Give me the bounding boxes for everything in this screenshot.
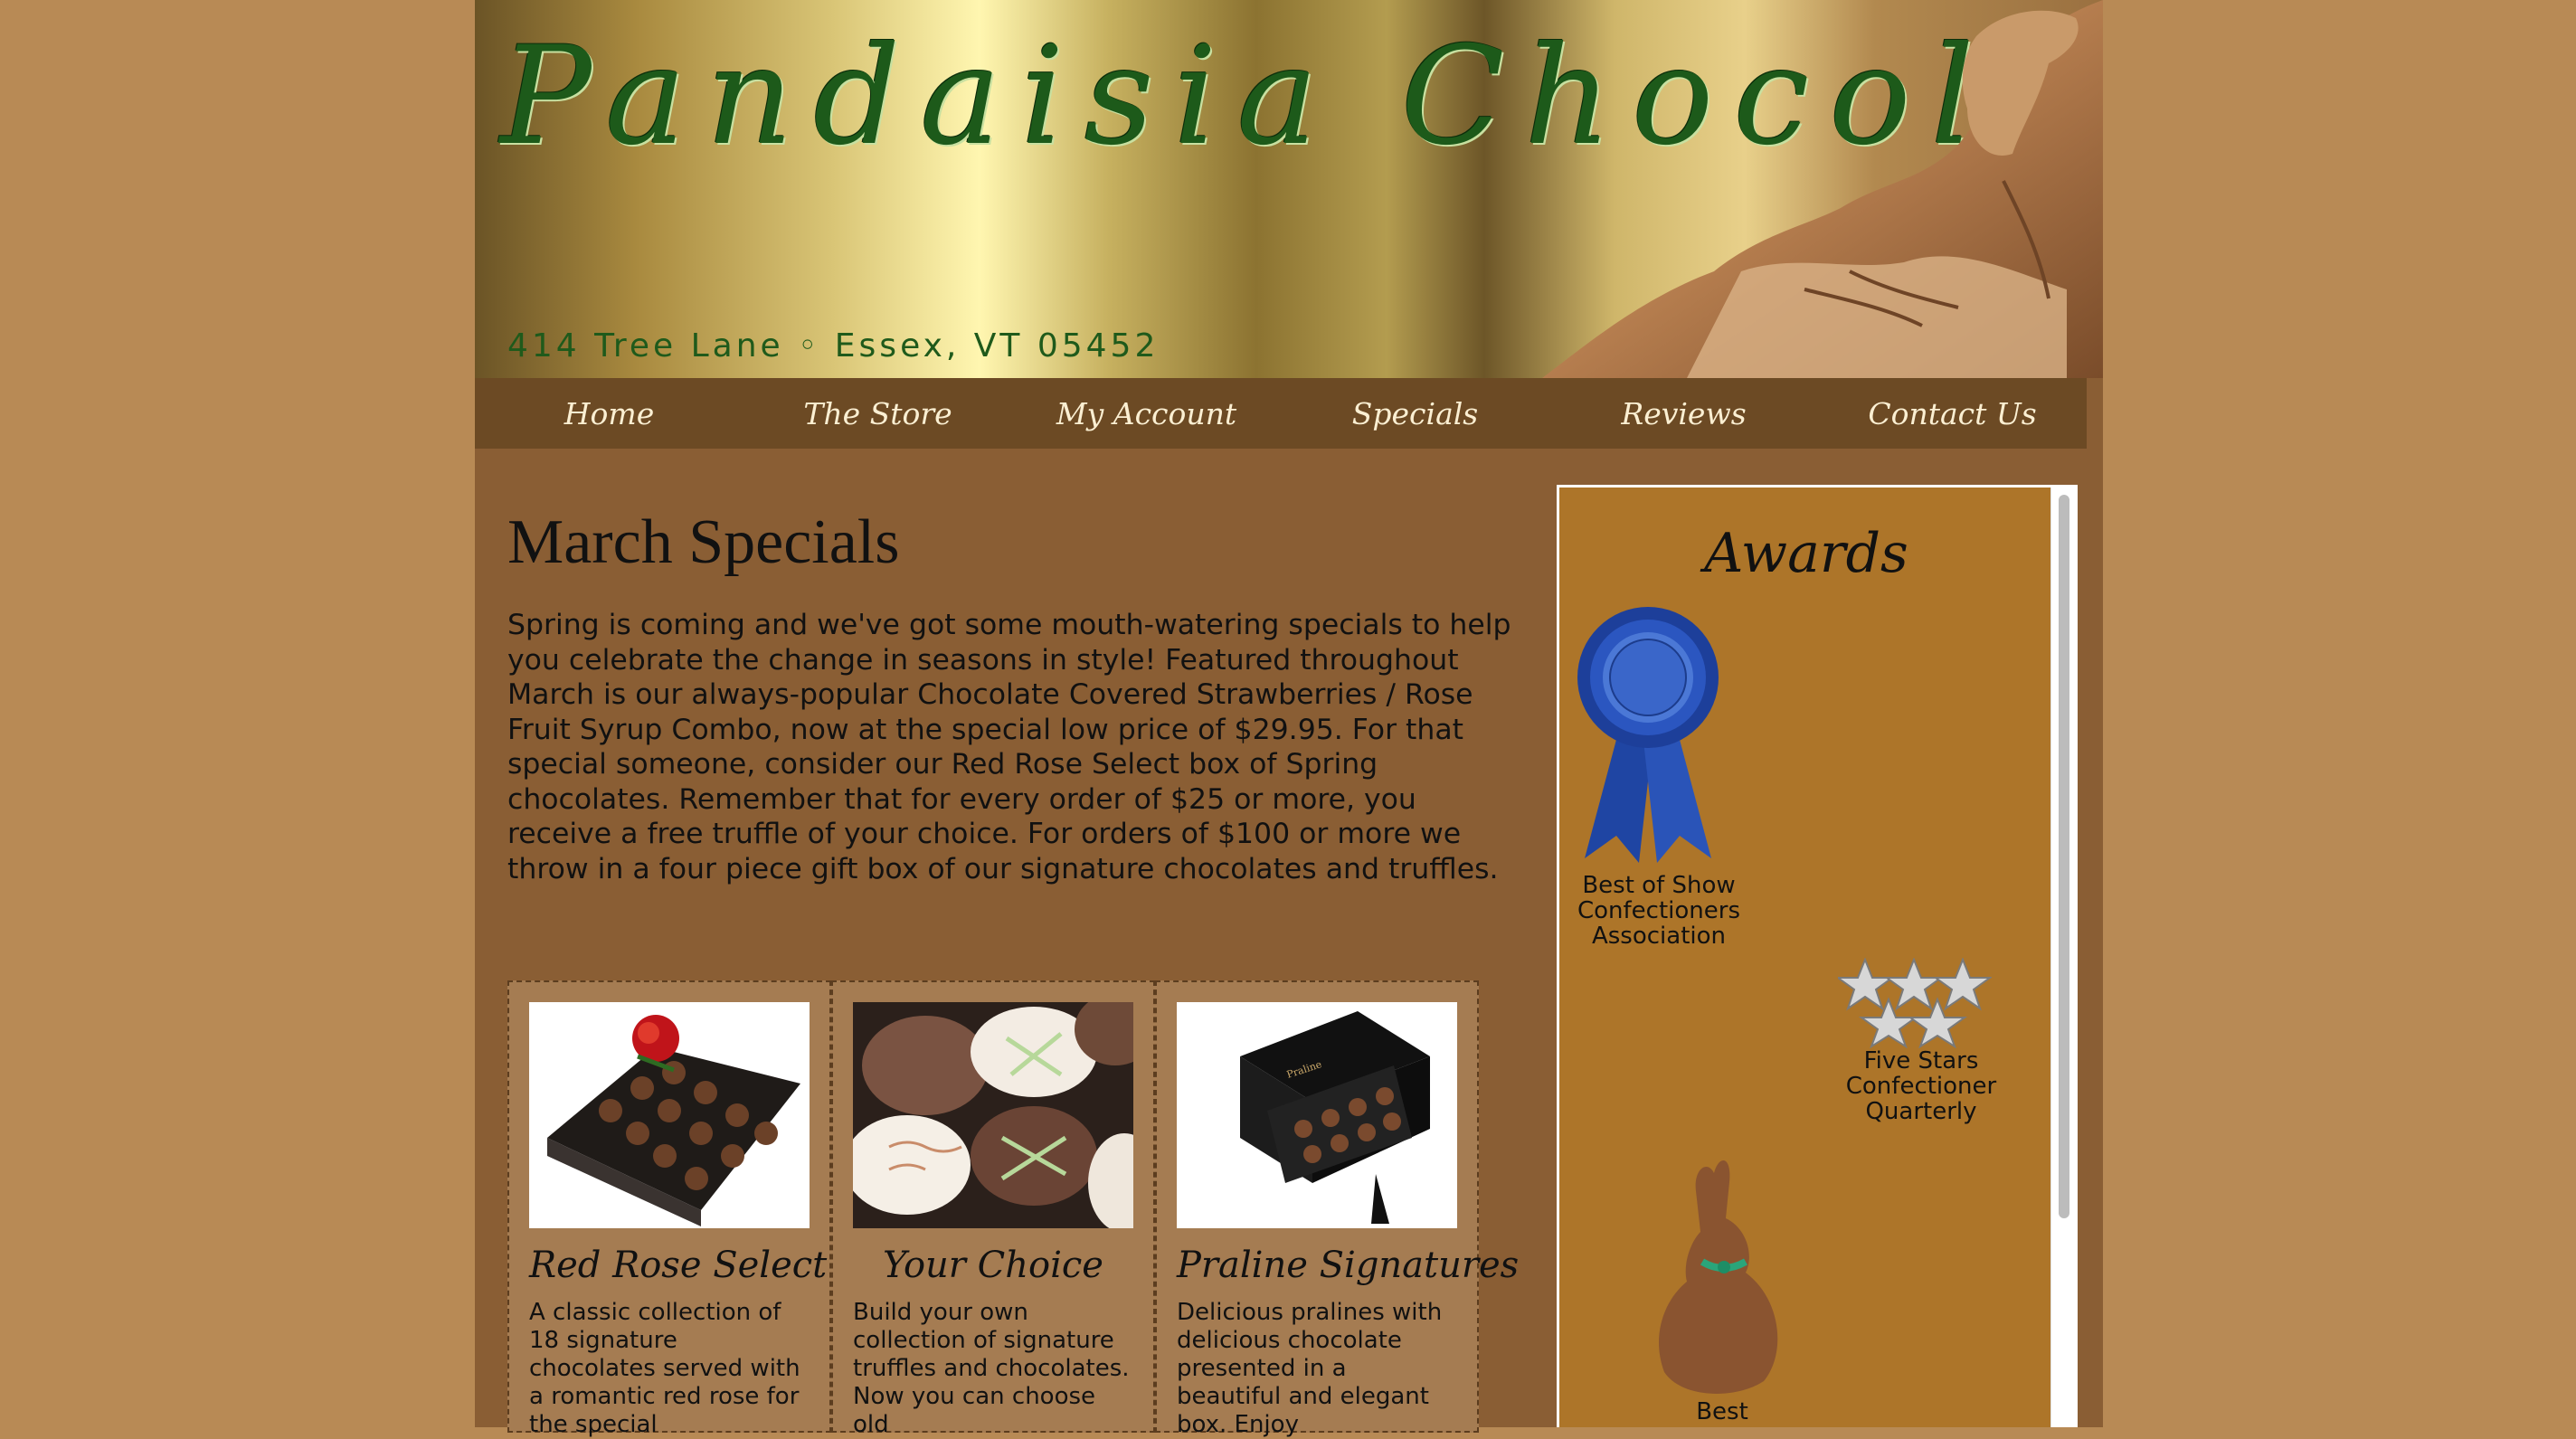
- ribbon-icon: [1577, 607, 1719, 863]
- product-name[interactable]: Praline Signatures: [1177, 1245, 1519, 1286]
- product-description: Delicious pralines with delicious chocol…: [1177, 1299, 1443, 1438]
- awards-title: Awards: [1704, 522, 1908, 585]
- nav-my-account[interactable]: My Account: [1012, 378, 1281, 449]
- store-address: 414 Tree Lane ◦ Essex, VT 05452: [507, 327, 1160, 364]
- nav-contact-us[interactable]: Contact Us: [1818, 378, 2087, 449]
- product-list: Red Rose Select A classic collection of …: [507, 980, 1519, 1438]
- scrollbar-thumb[interactable]: [2059, 495, 2069, 1218]
- sidebar-scrollbar[interactable]: [2050, 488, 2075, 1427]
- statue-image: [1542, 0, 2103, 378]
- chocolate-bunny-icon: [1659, 1160, 1778, 1394]
- product-name[interactable]: Red Rose Select: [529, 1245, 827, 1286]
- awards-sidebar[interactable]: Awards Best of Show Confectioners Associ…: [1557, 485, 2078, 1427]
- stars-icon: [1838, 958, 1992, 1048]
- product-description: A classic collection of 18 signature cho…: [529, 1299, 800, 1438]
- page-title: March Specials: [507, 507, 900, 577]
- product-name[interactable]: Your Choice: [853, 1245, 1133, 1286]
- award-caption: Five Stars Confectioner Quarterly: [1845, 1047, 1997, 1125]
- nav-home[interactable]: Home: [475, 378, 743, 449]
- intro-paragraph: Spring is coming and we've got some mout…: [507, 609, 1511, 885]
- product-card[interactable]: Your Choice Build your own collection of…: [831, 980, 1155, 1438]
- award-caption: Best: [1696, 1398, 1748, 1425]
- product-card[interactable]: Praline Praline Signatures Delicious pra…: [1155, 980, 1519, 1438]
- award-caption: Best of Show Confectioners Association: [1577, 872, 1741, 950]
- nav-specials[interactable]: Specials: [1281, 378, 1549, 449]
- nav-reviews[interactable]: Reviews: [1549, 378, 1818, 449]
- product-card[interactable]: Red Rose Select A classic collection of …: [507, 980, 831, 1438]
- main-nav: Home The Store My Account Specials Revie…: [475, 378, 2087, 449]
- product-description: Build your own collection of signature t…: [853, 1299, 1130, 1438]
- product-image-red-rose[interactable]: [529, 1002, 810, 1228]
- product-image-praline[interactable]: Praline: [1177, 1002, 1457, 1228]
- nav-the-store[interactable]: The Store: [743, 378, 1012, 449]
- product-image-your-choice[interactable]: [853, 1002, 1133, 1228]
- header-banner: Pandaisia Chocolates 414 Tree Lane ◦ Ess…: [475, 0, 2103, 378]
- page-container: Pandaisia Chocolates 414 Tree Lane ◦ Ess…: [475, 0, 2103, 1438]
